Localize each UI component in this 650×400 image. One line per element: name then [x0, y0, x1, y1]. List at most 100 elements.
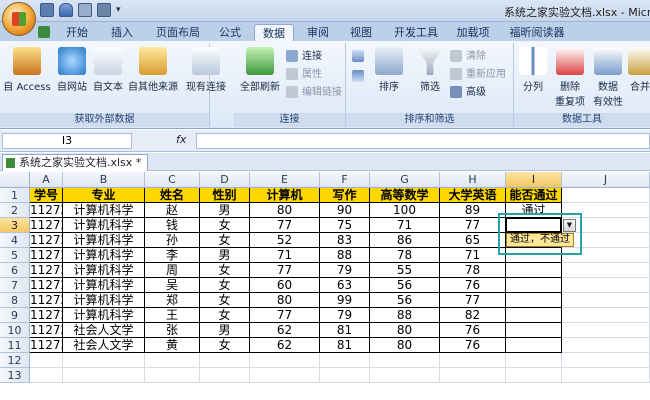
- cell-f11[interactable]: 81: [320, 338, 370, 353]
- cell-i7[interactable]: [506, 278, 562, 293]
- cell-f10[interactable]: 81: [320, 323, 370, 338]
- cell-g8[interactable]: 56: [370, 293, 440, 308]
- cell-e7[interactable]: 60: [250, 278, 320, 293]
- reapply-button[interactable]: 重新应用: [450, 67, 506, 82]
- cell-f12[interactable]: [320, 353, 370, 368]
- sort-asc-icon[interactable]: [352, 49, 366, 64]
- tab-view[interactable]: 视图: [343, 24, 379, 41]
- cell-d6[interactable]: 女: [200, 263, 250, 278]
- cell-h5[interactable]: 71: [440, 248, 506, 263]
- cell-f8[interactable]: 99: [320, 293, 370, 308]
- tab-developer[interactable]: 开发工具: [388, 24, 444, 41]
- cell-a2[interactable]: 112721: [30, 203, 63, 218]
- undo-icon[interactable]: [59, 3, 73, 17]
- cell-e13[interactable]: [250, 368, 320, 383]
- cell-d3[interactable]: 女: [200, 218, 250, 233]
- cell-b8[interactable]: 计算机科学: [63, 293, 145, 308]
- cell-h7[interactable]: 76: [440, 278, 506, 293]
- cell-h9[interactable]: 82: [440, 308, 506, 323]
- cell-a5[interactable]: 112724: [30, 248, 63, 263]
- column-header-j[interactable]: J: [562, 172, 650, 188]
- cell-c13[interactable]: [145, 368, 200, 383]
- from-web-button[interactable]: 自网站: [54, 45, 90, 93]
- row-header-1[interactable]: 1: [0, 188, 30, 203]
- cell-f7[interactable]: 63: [320, 278, 370, 293]
- cell-j6[interactable]: [562, 263, 650, 278]
- cell-h2[interactable]: 89: [440, 203, 506, 218]
- properties-button[interactable]: 属性: [286, 67, 322, 82]
- cell-d5[interactable]: 男: [200, 248, 250, 263]
- cell-h12[interactable]: [440, 353, 506, 368]
- sort-desc-icon[interactable]: [352, 69, 366, 84]
- cell-h1[interactable]: 大学英语: [440, 188, 506, 203]
- tab-foxit-reader[interactable]: 福昕阅读器: [503, 24, 571, 41]
- cell-j9[interactable]: [562, 308, 650, 323]
- validation-list[interactable]: 通过，不通过: [506, 233, 574, 247]
- column-header-b[interactable]: B: [63, 172, 145, 188]
- cell-e4[interactable]: 52: [250, 233, 320, 248]
- sort-button[interactable]: 排序: [372, 45, 406, 93]
- from-access-button[interactable]: 自 Access: [2, 45, 52, 93]
- cell-c8[interactable]: 郑: [145, 293, 200, 308]
- cell-a12[interactable]: [30, 353, 63, 368]
- cell-a9[interactable]: 112728: [30, 308, 63, 323]
- row-header-2[interactable]: 2: [0, 203, 30, 218]
- cell-c10[interactable]: 张: [145, 323, 200, 338]
- cell-e3[interactable]: 77: [250, 218, 320, 233]
- cell-a7[interactable]: 112726: [30, 278, 63, 293]
- row-header-12[interactable]: 12: [0, 353, 30, 368]
- cell-d10[interactable]: 男: [200, 323, 250, 338]
- row-header-10[interactable]: 10: [0, 323, 30, 338]
- cell-c4[interactable]: 孙: [145, 233, 200, 248]
- cell-b1[interactable]: 专业: [63, 188, 145, 203]
- cell-g9[interactable]: 88: [370, 308, 440, 323]
- workbook-tab[interactable]: 系统之家实验文档.xlsx *: [2, 154, 149, 171]
- cell-c2[interactable]: 赵: [145, 203, 200, 218]
- data-validation-button[interactable]: 数据 有效性: [590, 45, 626, 108]
- row-header-11[interactable]: 11: [0, 338, 30, 353]
- cell-i9[interactable]: [506, 308, 562, 323]
- select-all-corner[interactable]: [0, 172, 30, 188]
- column-header-e[interactable]: E: [250, 172, 320, 188]
- row-header-5[interactable]: 5: [0, 248, 30, 263]
- cell-f9[interactable]: 79: [320, 308, 370, 323]
- cell-a13[interactable]: [30, 368, 63, 383]
- cell-i12[interactable]: [506, 353, 562, 368]
- cell-f3[interactable]: 75: [320, 218, 370, 233]
- cell-f1[interactable]: 写作: [320, 188, 370, 203]
- row-header-8[interactable]: 8: [0, 293, 30, 308]
- cell-g1[interactable]: 高等数学: [370, 188, 440, 203]
- tab-data[interactable]: 数据: [254, 24, 294, 41]
- cell-e11[interactable]: 62: [250, 338, 320, 353]
- cell-e6[interactable]: 77: [250, 263, 320, 278]
- cell-a4[interactable]: 112723: [30, 233, 63, 248]
- column-header-c[interactable]: C: [145, 172, 200, 188]
- cell-c6[interactable]: 周: [145, 263, 200, 278]
- cell-g11[interactable]: 80: [370, 338, 440, 353]
- cell-a11[interactable]: 112730: [30, 338, 63, 353]
- row-header-9[interactable]: 9: [0, 308, 30, 323]
- excel-app-icon[interactable]: [38, 24, 52, 41]
- cell-f4[interactable]: 83: [320, 233, 370, 248]
- cell-g10[interactable]: 80: [370, 323, 440, 338]
- cell-b4[interactable]: 计算机科学: [63, 233, 145, 248]
- cell-d2[interactable]: 男: [200, 203, 250, 218]
- cell-j1[interactable]: [562, 188, 650, 203]
- print-icon[interactable]: [97, 3, 111, 17]
- cell-b7[interactable]: 计算机科学: [63, 278, 145, 293]
- cell-g12[interactable]: [370, 353, 440, 368]
- cell-b6[interactable]: 计算机科学: [63, 263, 145, 278]
- cell-c12[interactable]: [145, 353, 200, 368]
- cell-e1[interactable]: 计算机: [250, 188, 320, 203]
- cell-h8[interactable]: 77: [440, 293, 506, 308]
- column-header-g[interactable]: G: [370, 172, 440, 188]
- cell-f5[interactable]: 88: [320, 248, 370, 263]
- cell-g2[interactable]: 100: [370, 203, 440, 218]
- tab-formulas[interactable]: 公式: [212, 24, 248, 41]
- cell-j10[interactable]: [562, 323, 650, 338]
- row-header-6[interactable]: 6: [0, 263, 30, 278]
- from-text-button[interactable]: 自文本: [90, 45, 126, 93]
- cell-c7[interactable]: 吴: [145, 278, 200, 293]
- redo-icon[interactable]: [78, 3, 92, 17]
- tab-home[interactable]: 开始: [58, 24, 96, 41]
